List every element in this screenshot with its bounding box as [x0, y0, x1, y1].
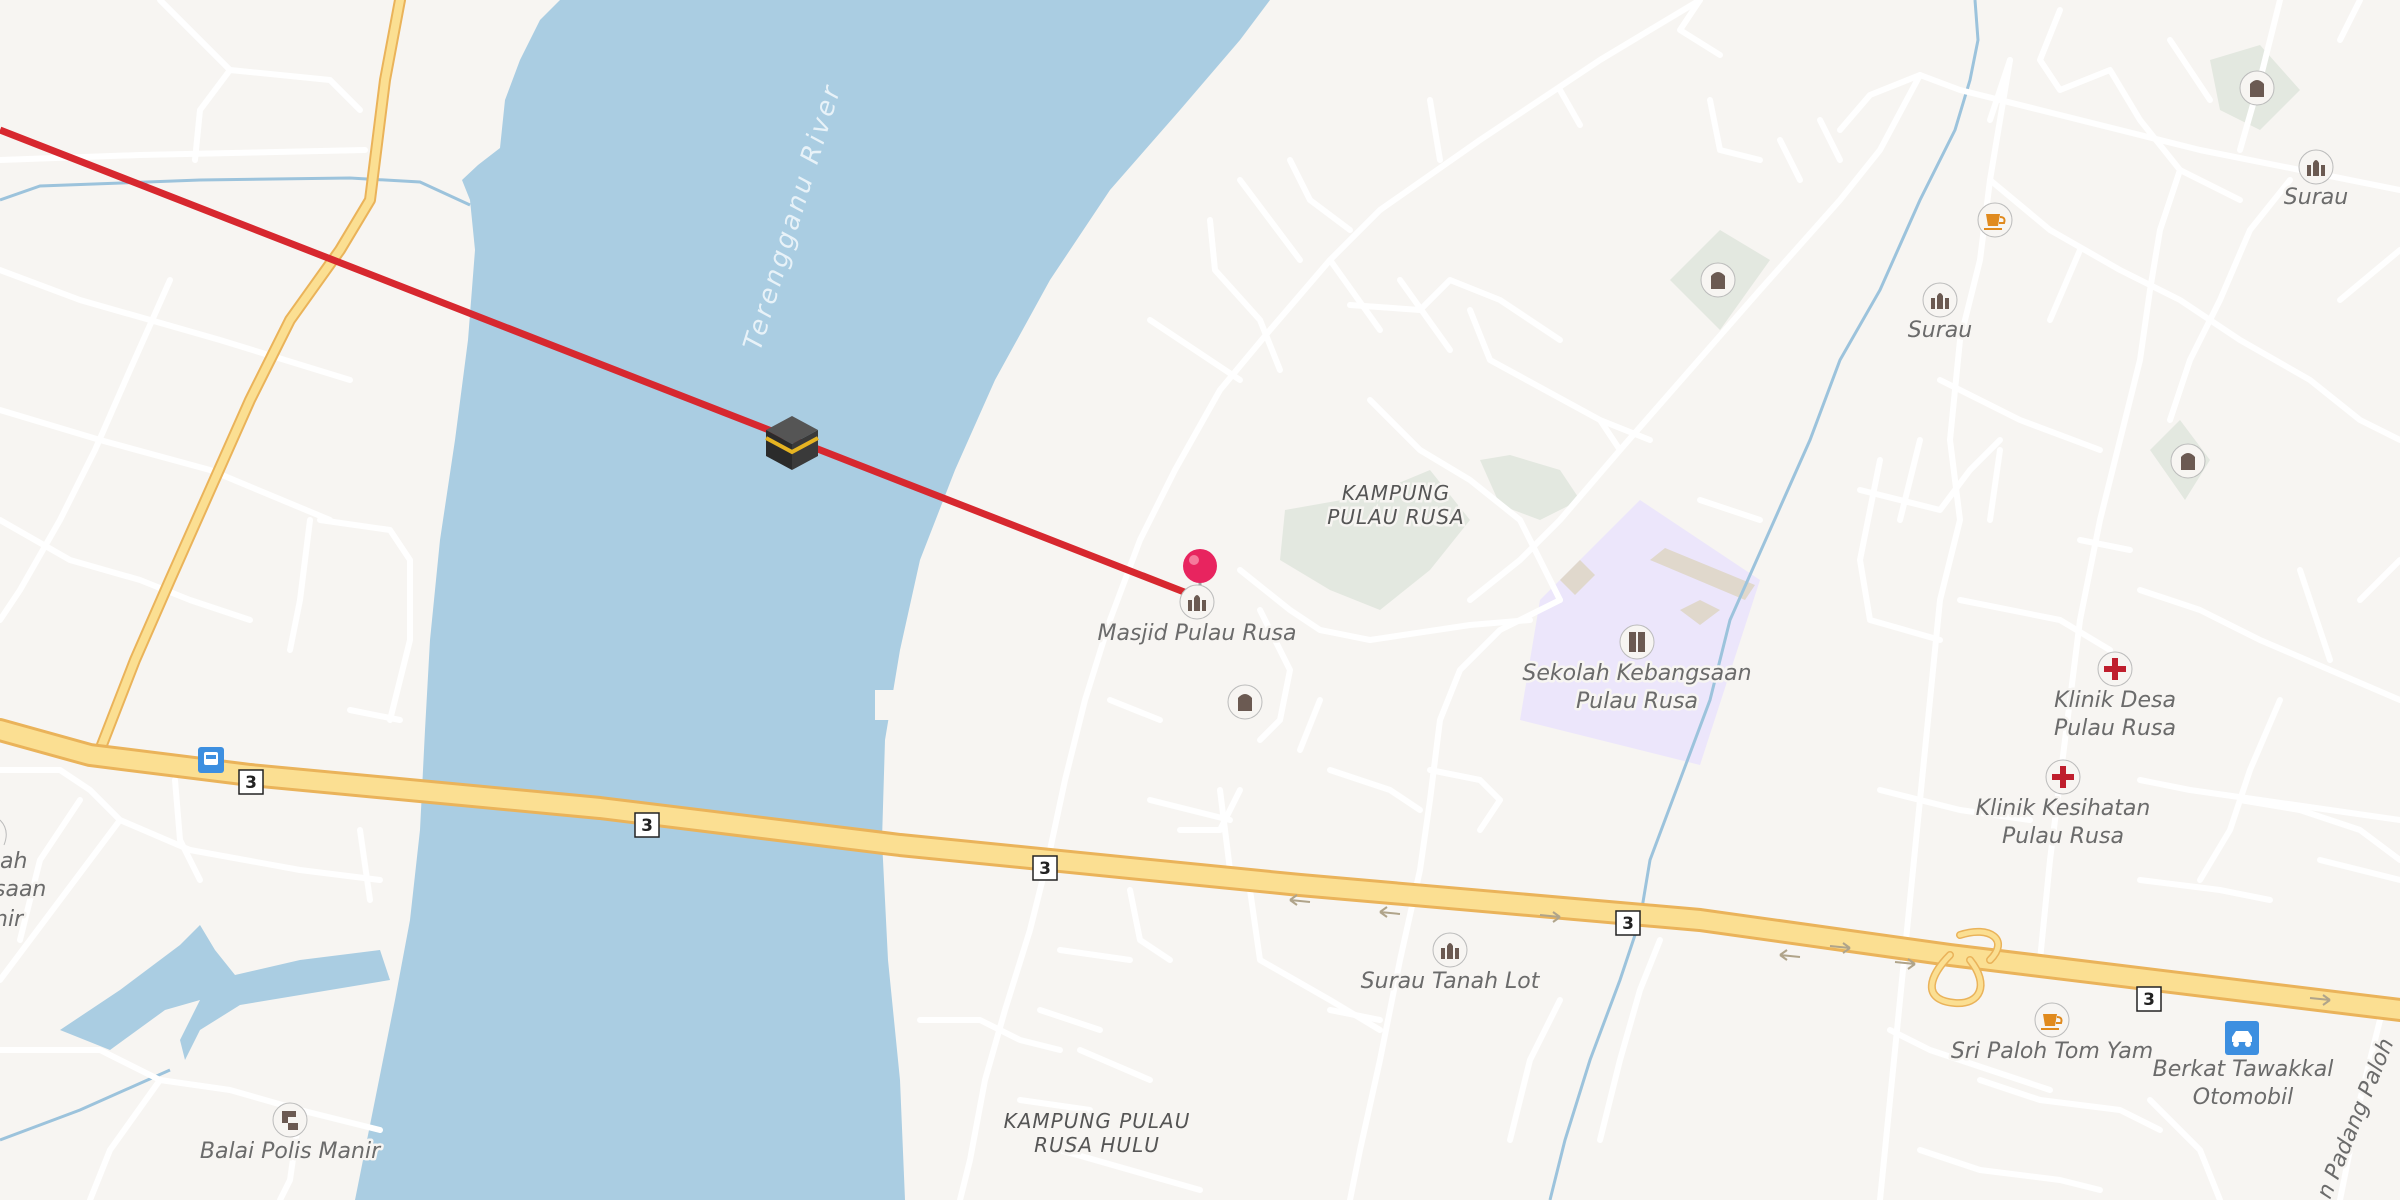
svg-text:Berkat Tawakkal: Berkat Tawakkal	[2153, 1057, 2334, 1082]
svg-text:3: 3	[641, 816, 653, 836]
route-shield: 3	[2136, 986, 2162, 1012]
map-canvas[interactable]: 3 3 3 3 3 Terengganu River KAMPUNG PULAU…	[0, 0, 2400, 1200]
bus-stop-icon[interactable]	[198, 747, 224, 773]
cafe-icon[interactable]	[2034, 1002, 2070, 1038]
mosque-icon[interactable]	[1179, 584, 1215, 620]
poi-label-surau: Surau	[2284, 185, 2348, 210]
svg-text:KAMPUNG: KAMPUNG	[1342, 481, 1450, 505]
route-shield: 3	[1615, 910, 1641, 936]
poi-label-surau: Surau	[1908, 318, 1972, 343]
svg-text:3: 3	[1039, 859, 1051, 879]
clinic-icon[interactable]	[2045, 759, 2081, 795]
svg-text:Otomobil: Otomobil	[2193, 1085, 2293, 1110]
svg-text:Pulau Rusa: Pulau Rusa	[2054, 716, 2176, 741]
jetty	[875, 690, 897, 720]
svg-text:Pulau Rusa: Pulau Rusa	[1576, 689, 1698, 714]
svg-text:saan: saan	[0, 877, 46, 902]
svg-text:Sekolah Kebangsaan: Sekolah Kebangsaan	[1522, 661, 1751, 686]
svg-text:KAMPUNG PULAU: KAMPUNG PULAU	[1004, 1109, 1191, 1133]
clinic-icon[interactable]	[2097, 651, 2133, 687]
poi-label-masjid: Masjid Pulau Rusa	[1097, 621, 1296, 646]
svg-text:PULAU RUSA: PULAU RUSA	[1327, 505, 1464, 529]
cemetery-icon	[1227, 684, 1263, 720]
poi-label-surau-tanah-lot: Surau Tanah Lot	[1361, 969, 1541, 994]
svg-text:RUSA HULU: RUSA HULU	[1034, 1133, 1160, 1157]
mosque-icon[interactable]	[1922, 282, 1958, 318]
car-icon[interactable]	[2225, 1021, 2259, 1055]
svg-text:3: 3	[2143, 990, 2155, 1010]
svg-text:nir: nir	[0, 907, 25, 932]
svg-text:3: 3	[1622, 914, 1634, 934]
svg-text:Pulau Rusa: Pulau Rusa	[2002, 824, 2124, 849]
cemetery-icon	[1700, 262, 1736, 298]
svg-text:ah: ah	[0, 849, 27, 874]
police-icon[interactable]	[272, 1102, 308, 1138]
svg-text:Klinik Kesihatan: Klinik Kesihatan	[1976, 796, 2151, 821]
area-label-kampung-pulau-rusa: KAMPUNG PULAU RUSA	[1325, 479, 1466, 532]
cemetery-icon	[2239, 70, 2275, 106]
poi-label-sri-paloh: Sri Paloh Tom Yam	[1951, 1039, 2153, 1064]
route-shield: 3	[238, 769, 264, 795]
school-icon[interactable]	[1619, 624, 1655, 660]
poi-label-balai-polis: Balai Polis Manir	[200, 1139, 382, 1164]
mosque-icon[interactable]	[2298, 149, 2334, 185]
svg-text:3: 3	[245, 773, 257, 793]
route-shield: 3	[634, 812, 660, 838]
cemetery-icon	[2170, 443, 2206, 479]
mosque-icon[interactable]	[1432, 932, 1468, 968]
svg-text:Klinik Desa: Klinik Desa	[2054, 688, 2176, 713]
cafe-icon[interactable]	[1977, 202, 2013, 238]
route-shield: 3	[1032, 855, 1058, 881]
